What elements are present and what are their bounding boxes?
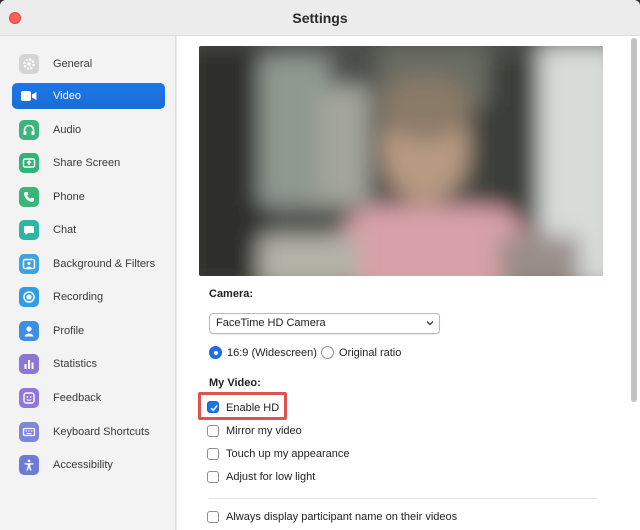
smiley-icon xyxy=(19,388,39,408)
sidebar-item-label: Chat xyxy=(53,224,77,236)
touch-up-appearance-checkbox[interactable] xyxy=(207,448,219,460)
ratio-widescreen-label[interactable]: 16:9 (Widescreen) xyxy=(227,347,317,359)
enable-hd-label[interactable]: Enable HD xyxy=(226,402,279,414)
background-image-icon xyxy=(19,254,39,274)
ratio-widescreen-radio[interactable] xyxy=(209,346,222,359)
sidebar-item-keyboard-shortcuts[interactable]: Keyboard Shortcuts xyxy=(12,419,165,445)
enable-hd-checkbox[interactable] xyxy=(207,401,219,413)
camera-select-value: FaceTime HD Camera xyxy=(216,317,326,329)
settings-sidebar: General Video Audio Share Screen Phone C… xyxy=(0,36,176,530)
window-title: Settings xyxy=(292,10,348,26)
sidebar-item-label: Profile xyxy=(53,325,85,337)
accessibility-icon xyxy=(19,455,39,475)
person-icon xyxy=(19,321,39,341)
sidebar-item-audio[interactable]: Audio xyxy=(12,117,165,143)
sidebar-item-label: Share Screen xyxy=(53,157,121,169)
sidebar-item-statistics[interactable]: Statistics xyxy=(12,351,165,377)
sidebar-item-general[interactable]: General xyxy=(12,51,165,77)
sidebar-item-video[interactable]: Video xyxy=(12,83,165,109)
video-camera-icon xyxy=(19,86,39,106)
title-bar: Settings xyxy=(0,0,640,36)
ratio-original-label[interactable]: Original ratio xyxy=(339,347,401,359)
sidebar-item-label: Phone xyxy=(53,191,85,203)
sidebar-item-label: Statistics xyxy=(53,358,98,370)
my-video-label: My Video: xyxy=(209,377,261,389)
camera-label: Camera: xyxy=(209,288,254,300)
sidebar-item-phone[interactable]: Phone xyxy=(12,184,165,210)
share-screen-icon xyxy=(19,153,39,173)
sidebar-item-label: Accessibility xyxy=(53,459,113,471)
camera-select[interactable]: FaceTime HD Camera xyxy=(209,313,440,334)
phone-icon xyxy=(19,187,39,207)
sidebar-item-chat[interactable]: Chat xyxy=(12,217,165,243)
low-light-label[interactable]: Adjust for low light xyxy=(226,471,315,483)
sidebar-item-label: Video xyxy=(53,90,81,102)
bar-chart-icon xyxy=(19,354,39,374)
record-icon xyxy=(19,287,39,307)
sidebar-item-share-screen[interactable]: Share Screen xyxy=(12,150,165,176)
sidebar-item-label: Recording xyxy=(53,291,104,303)
chevron-down-icon xyxy=(426,321,434,326)
section-divider xyxy=(209,498,597,499)
mirror-video-label[interactable]: Mirror my video xyxy=(226,425,302,437)
low-light-checkbox[interactable] xyxy=(207,471,219,483)
chat-bubble-icon xyxy=(19,220,39,240)
sidebar-item-profile[interactable]: Profile xyxy=(12,318,165,344)
keyboard-icon xyxy=(19,422,39,442)
sidebar-item-label: Feedback xyxy=(53,392,102,404)
gear-icon xyxy=(19,54,39,74)
sidebar-item-background-filters[interactable]: Background & Filters xyxy=(12,251,165,277)
sidebar-item-label: Keyboard Shortcuts xyxy=(53,426,150,438)
sidebar-item-label: Background & Filters xyxy=(53,258,156,270)
sidebar-item-feedback[interactable]: Feedback xyxy=(12,385,165,411)
touch-up-appearance-label[interactable]: Touch up my appearance xyxy=(226,448,350,460)
sidebar-item-label: Audio xyxy=(53,124,82,136)
vertical-scrollbar[interactable] xyxy=(631,38,637,402)
mirror-video-checkbox[interactable] xyxy=(207,425,219,437)
settings-window: Settings General Video Audio Share Scree… xyxy=(0,0,640,530)
participant-name-label[interactable]: Always display participant name on their… xyxy=(226,511,457,523)
sidebar-item-label: General xyxy=(53,58,93,70)
checkmark-icon xyxy=(210,405,218,412)
headphones-icon xyxy=(19,120,39,140)
sidebar-item-accessibility[interactable]: Accessibility xyxy=(12,452,165,478)
video-settings-panel: Camera: FaceTime HD Camera 16:9 (Widescr… xyxy=(177,36,640,530)
sidebar-item-recording[interactable]: Recording xyxy=(12,284,165,310)
participant-name-checkbox[interactable] xyxy=(207,511,219,523)
camera-preview xyxy=(199,46,603,276)
ratio-original-radio[interactable] xyxy=(321,346,334,359)
